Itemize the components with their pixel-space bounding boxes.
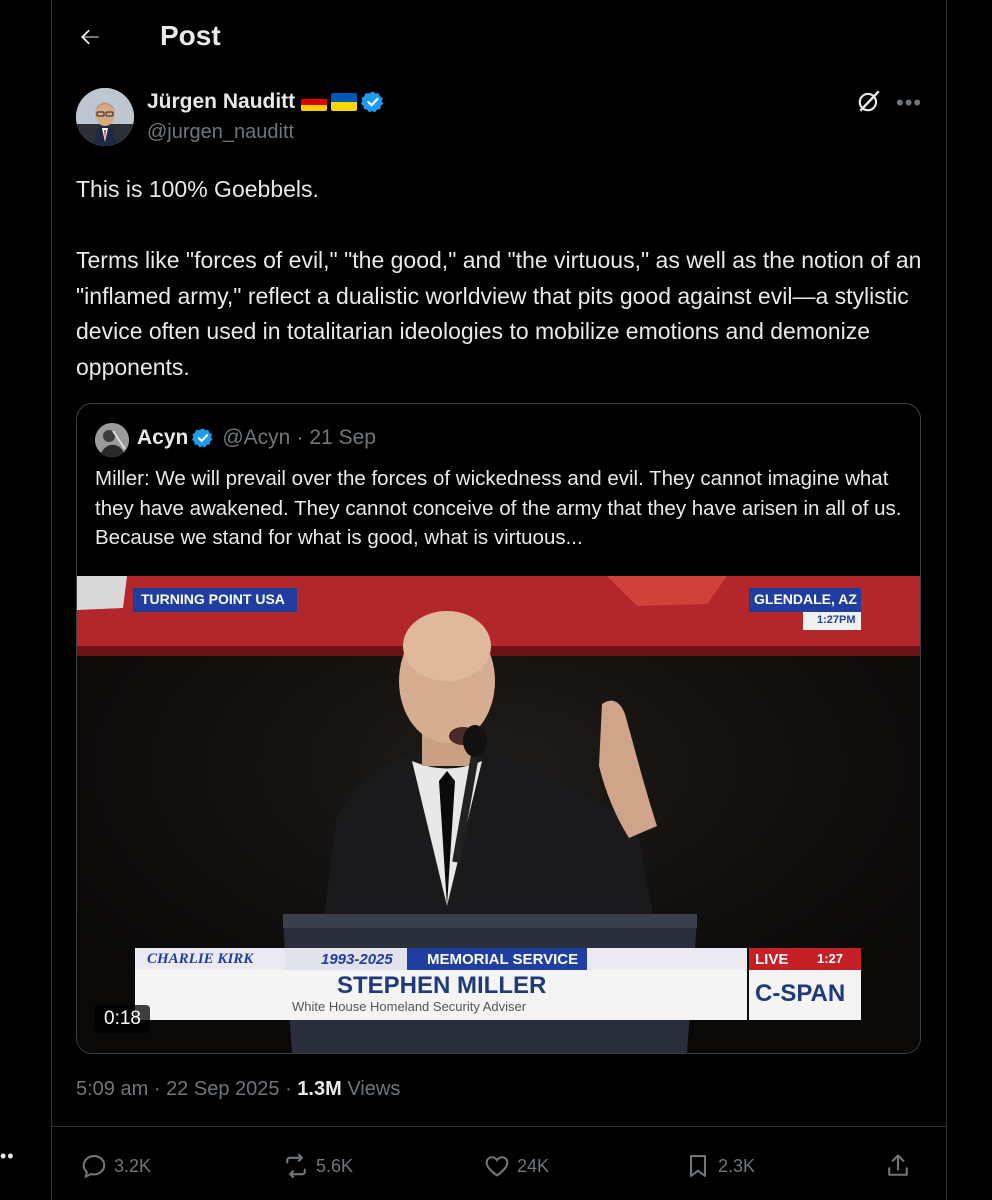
divider <box>51 1126 946 1127</box>
tweet-paragraph: This is 100% Goebbels. <box>76 176 319 202</box>
speaker-title: White House Homeland Security Adviser <box>292 999 527 1014</box>
tweet-paragraph: Terms like "forces of evil," "the good,"… <box>76 247 922 380</box>
quote-date: 21 Sep <box>309 426 376 449</box>
heart-icon <box>485 1156 509 1177</box>
author-handle[interactable]: @jurgen_nauditt <box>147 121 294 144</box>
like-count: 24K <box>517 1155 550 1176</box>
video-player[interactable]: TURNING POINT USA GLENDALE, AZ 1:27PM CH… <box>77 576 920 1053</box>
video-tag-right: GLENDALE, AZ <box>754 591 857 607</box>
reply-count: 3.2K <box>114 1155 152 1176</box>
video-tag-time: 1:27PM <box>817 614 856 626</box>
reply-button[interactable]: 3.2K <box>80 1152 151 1180</box>
like-button[interactable]: 24K <box>483 1152 549 1180</box>
meta-separator: · <box>285 1078 292 1100</box>
video-tag-left: TURNING POINT USA <box>141 591 285 607</box>
author-avatar[interactable] <box>76 88 134 146</box>
network-logo: C-SPAN <box>755 980 846 1007</box>
quote-author-handle: @Acyn <box>222 426 291 449</box>
grok-icon[interactable] <box>856 88 882 114</box>
quoted-tweet-card[interactable]: Acyn @Acyn · 21 Sep Miller: We will prev… <box>76 403 921 1054</box>
verified-badge-icon <box>192 428 213 448</box>
more-options-icon[interactable]: ••• <box>896 90 922 116</box>
video-duration: 0:18 <box>95 1005 150 1033</box>
views-count: 1.3M <box>297 1078 342 1100</box>
speaker-name: STEPHEN MILLER <box>337 972 547 999</box>
column-border-left <box>51 0 52 1200</box>
repost-count: 5.6K <box>316 1155 354 1176</box>
post-date[interactable]: 22 Sep 2025 <box>166 1078 279 1100</box>
share-icon <box>888 1154 908 1176</box>
germany-flag-icon <box>301 93 328 111</box>
author-name-row[interactable]: Jürgen Nauditt <box>147 90 385 114</box>
bookmark-button[interactable]: 2.3K <box>684 1152 755 1180</box>
share-button[interactable] <box>884 1152 918 1180</box>
side-dots: •• <box>0 1146 15 1166</box>
quote-avatar <box>95 423 129 457</box>
header: Post <box>51 0 946 78</box>
bookmark-count: 2.3K <box>718 1155 756 1176</box>
repost-button[interactable]: 5.6K <box>282 1152 353 1180</box>
views-label: Views <box>347 1078 401 1100</box>
quote-text: Miller: We will prevail over the forces … <box>95 467 902 549</box>
verified-badge-icon <box>361 91 384 113</box>
live-time: 1:27 <box>817 951 844 966</box>
reply-icon <box>82 1155 106 1179</box>
post-time[interactable]: 5:09 am <box>76 1078 148 1100</box>
post-meta: 5:09 am · 22 Sep 2025 · 1.3M Views <box>76 1078 400 1101</box>
tweet-text: This is 100% Goebbels. Terms like "force… <box>76 172 926 385</box>
arrow-left-icon <box>80 29 99 45</box>
bookmark-icon <box>689 1155 707 1177</box>
quote-author-name: Acyn <box>137 426 189 449</box>
page-title: Post <box>160 20 221 51</box>
repost-icon <box>286 1153 306 1179</box>
column-border-right <box>946 0 947 1200</box>
lower-third-name: CHARLIE KIRK <box>147 951 254 967</box>
lower-third-years: 1993-2025 <box>321 951 393 968</box>
quote-header: Acyn @Acyn · 21 Sep <box>137 426 376 450</box>
meta-separator: · <box>153 1078 161 1100</box>
back-button[interactable] <box>77 24 107 54</box>
quote-separator: · <box>296 426 304 449</box>
author-name: Jürgen Nauditt <box>147 90 296 113</box>
ukraine-flag-icon <box>331 93 358 111</box>
lower-third-event: MEMORIAL SERVICE <box>427 951 579 968</box>
live-label: LIVE <box>755 951 789 968</box>
